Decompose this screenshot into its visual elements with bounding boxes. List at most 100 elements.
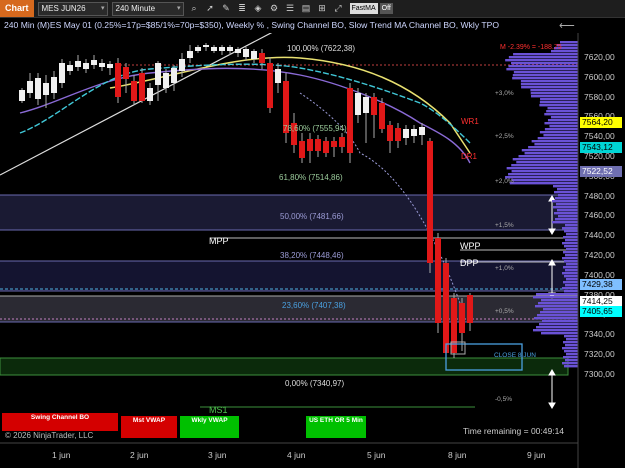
profile-bar [508, 65, 578, 68]
candle-body [99, 63, 105, 67]
profile-bar [530, 92, 578, 95]
profile-bar [524, 152, 578, 155]
chart-tab[interactable]: Chart [0, 0, 34, 17]
candle-body [267, 63, 273, 108]
expand-icon[interactable]: ⤢ [333, 3, 344, 14]
mst-vwap-label: Mst VWAP [132, 417, 166, 424]
profile-bar [558, 215, 578, 218]
time-tick-label: 2 jun [130, 450, 149, 460]
off-toggle[interactable]: Off [379, 3, 393, 14]
instrument-selector[interactable]: MES JUN26 ▾ [37, 1, 108, 16]
profile-bar [534, 143, 578, 146]
profile-bar [565, 284, 578, 287]
candle-body [59, 63, 65, 83]
mst-vwap-button[interactable]: Mst VWAP [121, 416, 177, 438]
profile-bar [564, 245, 578, 248]
profile-bar [544, 128, 578, 131]
candle-body [179, 59, 185, 71]
profile-bar [553, 185, 578, 188]
candle-body [451, 298, 457, 353]
swing-channel-bo-button[interactable]: Swing Channel BO [2, 413, 118, 431]
profile-bar [505, 176, 578, 179]
us-eth-or-button[interactable]: US ETH OR 5 Min [306, 416, 366, 438]
profile-bar [541, 332, 578, 335]
candle-body [195, 47, 201, 51]
profile-bar [528, 146, 578, 149]
wkly-vwap-button[interactable]: Wkly VWAP [180, 416, 239, 438]
candle-body [35, 78, 41, 99]
candle-body [27, 81, 33, 93]
candle-body [51, 77, 57, 93]
candle-body [339, 137, 345, 147]
price-tick-label: 7600,00 [584, 71, 615, 82]
profile-bar [508, 56, 578, 59]
profile-bar [563, 341, 578, 344]
profile-bar [563, 251, 578, 254]
candle-body [315, 139, 321, 151]
profile-bar [553, 206, 578, 209]
interval-selector[interactable]: 240 Minute ▾ [111, 1, 184, 16]
profile-bar [543, 134, 578, 137]
profile-bar [566, 338, 578, 341]
profile-bar [554, 191, 578, 194]
price-tick-label: 7320,00 [584, 349, 615, 359]
ma-purple [19, 67, 471, 164]
grid-icon[interactable]: ⊞ [317, 3, 328, 14]
candle-body [115, 63, 121, 97]
pct-label: +1,0% [495, 265, 514, 272]
candle-body [387, 125, 393, 141]
chevron-down-icon: ▾ [101, 4, 105, 12]
candle-body [299, 141, 305, 158]
profile-bar [549, 125, 578, 128]
mpp-label: MPP [209, 236, 229, 246]
swing-channel-bo-label: Swing Channel BO [30, 414, 90, 421]
candle-body [403, 129, 409, 138]
profile-bar [531, 140, 578, 143]
indicators-icon[interactable]: ≣ [237, 3, 248, 14]
profile-bar [554, 212, 578, 215]
list-icon[interactable]: ☰ [285, 3, 296, 14]
profile-bar [562, 287, 578, 290]
profile-bar [539, 323, 578, 326]
zoom-icon[interactable]: ⌕ [189, 3, 200, 14]
profile-bar [566, 353, 578, 356]
profile-bar [564, 365, 578, 368]
fib-label-0: 0,00% (7340,97) [285, 379, 345, 388]
profile-bar [511, 164, 578, 167]
profile-bar [564, 335, 578, 338]
fib-label-100: 100,00% (7622,38) [287, 44, 356, 53]
profile-bar [544, 122, 578, 125]
profile-bar [560, 41, 578, 44]
profile-bar [538, 302, 578, 305]
profile-bar [562, 257, 578, 260]
candle-body [147, 88, 153, 101]
profile-bar [520, 80, 578, 83]
properties-icon[interactable]: ⚙ [269, 3, 280, 14]
profile-bar [530, 89, 578, 92]
chart-title: 240 Min (M)ES May 01 (0.25%=17p=$85/1%=7… [4, 20, 500, 30]
pct-label: +1,5% [495, 222, 514, 229]
profile-bar [534, 317, 578, 320]
profile-bar [509, 182, 578, 185]
candle-body [155, 63, 161, 85]
profile-bar [539, 104, 578, 107]
profile-bar [543, 308, 578, 311]
pct-label: +2,0% [495, 178, 514, 185]
back-arrow-icon[interactable]: ⟵ [559, 19, 575, 32]
profile-bar [511, 62, 578, 65]
fastma-toggle[interactable]: FastMA [349, 3, 378, 14]
draw-icon[interactable]: ✎ [221, 3, 232, 14]
time-tick-label: 9 jun [527, 450, 546, 460]
profile-bar [505, 59, 578, 62]
profile-bar [565, 269, 578, 272]
strategy-icon[interactable]: ◈ [253, 3, 264, 14]
wr1-label: WR1 [461, 117, 479, 126]
pointer-icon[interactable]: ➚ [205, 3, 216, 14]
profile-bar [565, 224, 578, 227]
profile-bar [512, 74, 578, 77]
time-tick-label: 4 jun [287, 450, 306, 460]
profile-bar [511, 170, 578, 173]
share-icon[interactable]: ▤ [301, 3, 312, 14]
profile-bar [552, 221, 578, 224]
profile-bar [557, 188, 578, 191]
